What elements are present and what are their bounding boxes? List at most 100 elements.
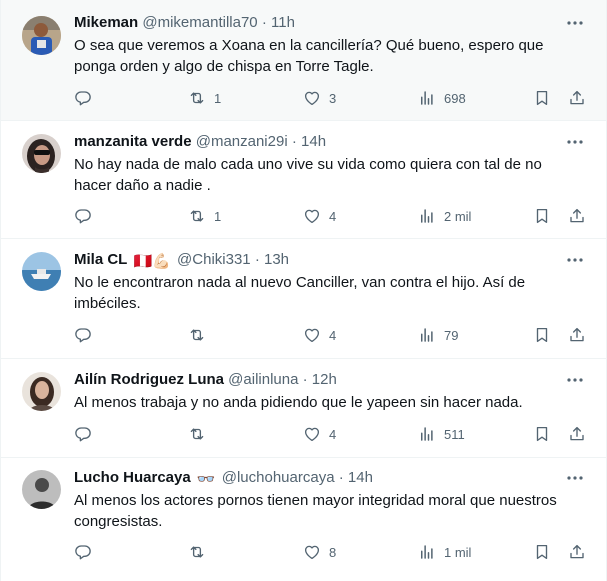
author-name[interactable]: Mila CL [74, 251, 127, 268]
like-button[interactable]: 4 [303, 325, 336, 345]
author-name[interactable]: Ailín Rodriguez Luna [74, 371, 224, 388]
author-name[interactable]: Mikeman [74, 14, 138, 31]
like-count: 4 [329, 426, 337, 442]
retweet-button[interactable] [188, 325, 214, 345]
retweet-icon [190, 428, 204, 440]
timestamp[interactable]: 12h [312, 371, 337, 388]
views-icon [421, 545, 433, 559]
action-bar: 8 1 mil [74, 542, 590, 562]
share-button[interactable] [568, 542, 586, 562]
like-button[interactable]: 4 [303, 206, 336, 226]
tweet[interactable]: Mikeman @mikemantilla70 · 11h O sea que … [1, 0, 606, 121]
action-bar: 1 4 2 mil [74, 206, 590, 226]
author-handle[interactable]: @luchohuarcaya [222, 469, 335, 486]
share-button[interactable] [568, 88, 586, 108]
tweet[interactable]: Ailín Rodriguez Luna @ailinluna · 12h Al… [1, 359, 606, 458]
reply-icon [75, 427, 91, 442]
more-icon[interactable] [566, 251, 584, 269]
tweet[interactable]: Lucho Huarcaya 👓 @luchohuarcaya · 14h Al… [1, 458, 606, 581]
retweet-count: 1 [214, 90, 222, 106]
share-icon [570, 208, 584, 223]
timestamp[interactable]: 14h [301, 133, 326, 150]
timestamp[interactable]: 13h [264, 251, 289, 268]
tweet[interactable]: Mila CL 🇵🇪💪🏻 @Chiki331 · 13h No le encon… [1, 239, 606, 359]
like-icon [304, 427, 320, 442]
author-name[interactable]: manzanita verde [74, 133, 192, 150]
like-button[interactable]: 8 [303, 542, 336, 562]
more-icon[interactable] [566, 133, 584, 151]
bookmark-icon [536, 208, 548, 224]
reply-button[interactable] [74, 206, 100, 226]
retweet-button[interactable] [188, 542, 214, 562]
retweet-icon [190, 210, 204, 222]
share-button[interactable] [568, 206, 586, 226]
like-count: 4 [329, 208, 337, 224]
like-button[interactable]: 3 [303, 88, 336, 108]
like-icon [304, 91, 320, 106]
tweet[interactable]: manzanita verde @manzani29i · 14h No hay… [1, 121, 606, 239]
views-button[interactable]: 511 [418, 424, 465, 444]
bookmark-icon [536, 426, 548, 442]
more-icon[interactable] [566, 469, 584, 487]
action-bar: 1 3 698 [74, 88, 590, 108]
reply-button[interactable] [74, 542, 100, 562]
author-handle[interactable]: @mikemantilla70 [142, 14, 257, 31]
retweet-icon [190, 92, 204, 104]
views-icon [421, 91, 433, 105]
reply-icon [75, 209, 91, 224]
retweet-button[interactable]: 1 [188, 206, 221, 226]
like-count: 4 [329, 327, 337, 343]
retweet-icon [190, 546, 204, 558]
avatar[interactable] [22, 134, 61, 173]
bookmark-icon [536, 544, 548, 560]
like-count: 3 [329, 90, 337, 106]
more-icon[interactable] [566, 14, 584, 32]
more-icon[interactable] [566, 371, 584, 389]
views-icon [421, 209, 433, 223]
tweet-text: No hay nada de malo cada uno vive su vid… [74, 156, 542, 194]
like-icon [304, 209, 320, 224]
reply-icon [75, 545, 91, 560]
author-handle[interactable]: @ailinluna [228, 371, 298, 388]
timestamp[interactable]: 14h [348, 469, 373, 486]
like-icon [304, 545, 320, 560]
author-handle[interactable]: @manzani29i [196, 133, 288, 150]
reply-button[interactable] [74, 325, 100, 345]
views-icon [421, 328, 433, 342]
share-icon [570, 426, 584, 441]
bookmark-button[interactable] [533, 542, 551, 562]
views-button[interactable]: 1 mil [418, 542, 471, 562]
bookmark-button[interactable] [533, 424, 551, 444]
reply-button[interactable] [74, 88, 100, 108]
separator: · [338, 469, 344, 486]
bookmark-icon [536, 90, 548, 106]
tweet-text: Al menos trabaja y no anda pidiendo que … [74, 394, 523, 411]
share-button[interactable] [568, 325, 586, 345]
views-button[interactable]: 698 [418, 88, 466, 108]
avatar[interactable] [22, 470, 61, 509]
tweet-text: O sea que veremos a Xoana en la cancille… [74, 37, 544, 75]
views-button[interactable]: 2 mil [418, 206, 471, 226]
views-button[interactable]: 79 [418, 325, 458, 345]
author-name[interactable]: Lucho Huarcaya [74, 469, 191, 486]
share-button[interactable] [568, 424, 586, 444]
share-icon [570, 544, 584, 559]
author-handle[interactable]: @Chiki331 [177, 251, 251, 268]
separator: · [254, 251, 260, 268]
avatar[interactable] [22, 16, 61, 55]
timestamp[interactable]: 11h [271, 14, 295, 31]
views-icon [421, 427, 433, 441]
avatar[interactable] [22, 372, 61, 411]
retweet-button[interactable] [188, 424, 214, 444]
bookmark-button[interactable] [533, 206, 551, 226]
bookmark-button[interactable] [533, 88, 551, 108]
retweet-count: 1 [214, 208, 222, 224]
share-icon [570, 90, 584, 105]
reply-button[interactable] [74, 424, 100, 444]
like-button[interactable]: 4 [303, 424, 336, 444]
bookmark-button[interactable] [533, 325, 551, 345]
separator: · [261, 14, 267, 31]
retweet-button[interactable]: 1 [188, 88, 221, 108]
action-bar: 4 79 [74, 325, 590, 345]
avatar[interactable] [22, 252, 61, 291]
